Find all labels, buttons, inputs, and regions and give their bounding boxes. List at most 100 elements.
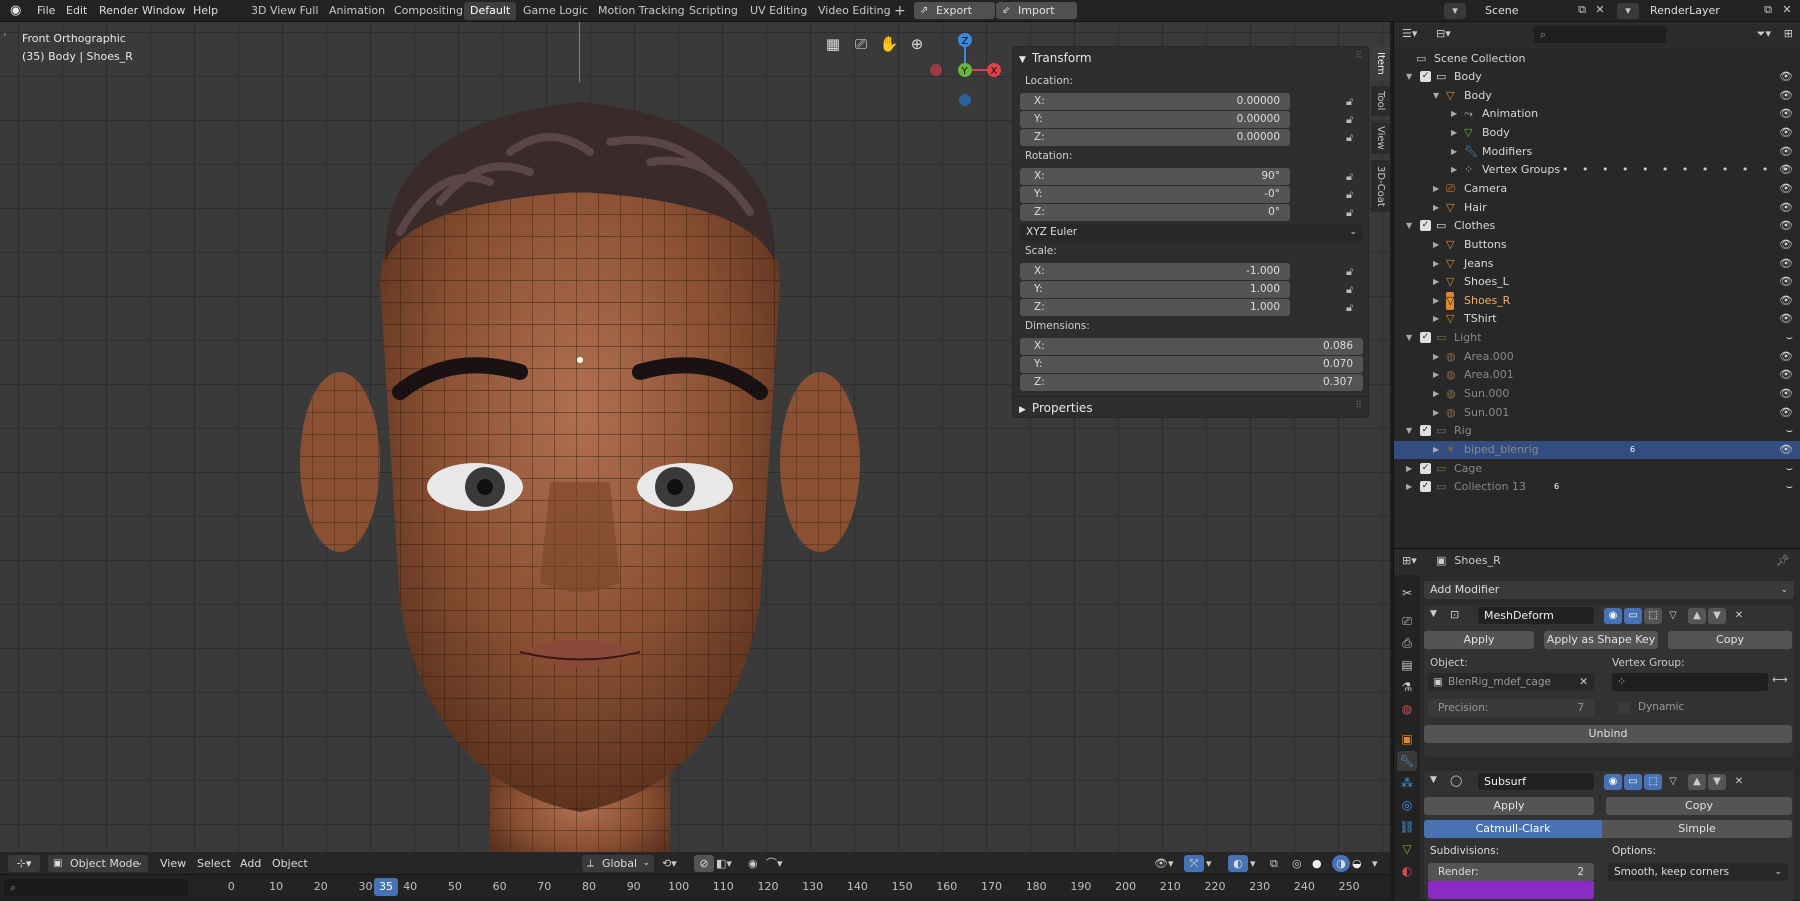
collection-checkbox[interactable]: ✓ bbox=[1420, 462, 1431, 474]
mode-dropdown[interactable]: ▣ Object Mode ⌄ bbox=[48, 855, 148, 872]
catmull-clark-option[interactable]: Catmull-Clark bbox=[1424, 820, 1602, 838]
render-layer-field[interactable]: RenderLayer bbox=[1644, 2, 1756, 19]
outliner-collection-row[interactable]: ▶ ✓ ▭ Cage ⌣ bbox=[1394, 460, 1800, 478]
expand-arrow-icon[interactable]: ▶ bbox=[1433, 441, 1439, 459]
lock-icon[interactable]: 🔓︎ bbox=[1346, 170, 1360, 184]
tab-motion-tracking[interactable]: Motion Tracking bbox=[592, 2, 691, 20]
view-layer-tab-icon[interactable]: ▤ bbox=[1397, 655, 1417, 675]
modifier-tab-icon[interactable]: 🔧︎ bbox=[1397, 751, 1417, 771]
expand-arrow-icon[interactable]: ▶ bbox=[1433, 199, 1439, 217]
collection-checkbox[interactable]: ✓ bbox=[1420, 481, 1431, 493]
eye-icon[interactable]: 👁︎ bbox=[1779, 273, 1793, 291]
tab-3d-view-full[interactable]: 3D View Full bbox=[245, 2, 324, 20]
shading-menu-icon[interactable]: ▾ bbox=[1372, 855, 1386, 872]
move-up-icon[interactable]: ▲ bbox=[1688, 774, 1706, 790]
pan-view-icon[interactable]: ✋ bbox=[877, 32, 901, 56]
expand-arrow-icon[interactable]: ▶ bbox=[1433, 180, 1439, 198]
outliner-collection-row[interactable]: ▼ ✓ ▭ Body 👁︎ bbox=[1394, 68, 1800, 86]
expand-arrow-icon[interactable]: ▶ bbox=[1406, 478, 1412, 496]
lock-icon[interactable]: 🔓︎ bbox=[1346, 206, 1360, 220]
outliner-item-row[interactable]: ▶ ⎚ Camera 👁︎ bbox=[1394, 180, 1800, 198]
display-mode-icon[interactable]: ⊟▾ bbox=[1436, 27, 1462, 43]
tab-scripting[interactable]: Scripting bbox=[683, 2, 744, 20]
eye-icon[interactable]: 👁︎ bbox=[1779, 161, 1793, 179]
scene-selector-icon[interactable]: ▾ bbox=[1444, 3, 1466, 19]
tab-tool[interactable]: Tool bbox=[1371, 86, 1390, 116]
current-frame-indicator[interactable]: 35 bbox=[374, 878, 398, 896]
collapse-arrow-icon[interactable]: ▼ bbox=[1430, 609, 1437, 619]
expand-arrow-icon[interactable]: ▶ bbox=[1433, 385, 1439, 403]
object-tab-icon[interactable]: ▣ bbox=[1397, 729, 1417, 749]
menu-help[interactable]: Help bbox=[193, 3, 218, 19]
add-workspace-button[interactable]: + bbox=[888, 2, 912, 20]
eye-icon[interactable]: 👁︎ bbox=[1779, 87, 1793, 105]
collapse-arrow-icon[interactable]: ▼ bbox=[1406, 422, 1412, 440]
material-shading-icon[interactable]: ◑ bbox=[1332, 855, 1350, 872]
tab-video-editing[interactable]: Video Editing bbox=[812, 2, 897, 20]
move-up-icon[interactable]: ▲ bbox=[1688, 608, 1706, 624]
collapse-arrow-icon[interactable]: ▼ bbox=[1433, 87, 1439, 105]
dimension-x-field[interactable]: X: 0.086 bbox=[1020, 338, 1363, 355]
object-field[interactable]: ▣ BlenRig_mdef_cage ✕ bbox=[1428, 673, 1594, 691]
uv-smooth-dropdown[interactable]: Smooth, keep corners ⌄ bbox=[1608, 863, 1788, 881]
blender-logo-icon[interactable]: ◉ bbox=[10, 3, 26, 19]
location-x-field[interactable]: X: 0.00000 bbox=[1020, 93, 1290, 110]
transform-header[interactable]: ▼ Transform bbox=[1019, 51, 1092, 65]
outliner-item-row[interactable]: ▶ 🔧︎ Modifiers 👁︎ bbox=[1394, 143, 1800, 161]
move-down-icon[interactable]: ▼ bbox=[1708, 608, 1726, 624]
add-modifier-dropdown[interactable]: Add Modifier ⌄ bbox=[1424, 581, 1794, 599]
expand-arrow-icon[interactable]: ▶ bbox=[1451, 105, 1457, 123]
menu-select[interactable]: Select bbox=[197, 855, 231, 872]
menu-render[interactable]: Render bbox=[99, 3, 138, 19]
collapse-arrow-icon[interactable]: ▼ bbox=[1430, 775, 1437, 785]
pivot-icon[interactable]: ⟲▾ bbox=[662, 855, 686, 872]
remove-modifier-icon[interactable]: ✕ bbox=[1730, 608, 1748, 624]
eye-icon[interactable]: 👁︎ bbox=[1779, 366, 1793, 384]
lock-icon[interactable]: 🔓︎ bbox=[1346, 301, 1360, 315]
gizmo-menu-icon[interactable]: ▾ bbox=[1206, 855, 1220, 872]
timeline[interactable]: ⌕ 0 10 20 30 40 50 60 70 80 90 100 110 120 130 140 150 1… bbox=[0, 874, 1390, 900]
menu-add[interactable]: Add bbox=[240, 855, 261, 872]
hidden-eye-icon[interactable]: ⌣ bbox=[1786, 460, 1793, 478]
simple-option[interactable]: Simple bbox=[1602, 820, 1792, 838]
collection-checkbox[interactable]: ✓ bbox=[1420, 220, 1431, 232]
export-button[interactable]: ⇗ Export bbox=[914, 2, 995, 19]
dynamic-checkbox[interactable] bbox=[1618, 702, 1630, 714]
close-scene-icon[interactable]: ✕ bbox=[1592, 3, 1608, 19]
expand-arrow-icon[interactable]: ▶ bbox=[1451, 124, 1457, 142]
panel-drag-icon[interactable]: ⠿ bbox=[1355, 51, 1362, 61]
outliner-item-row[interactable]: ▶ ▽ TShirt 👁︎ bbox=[1394, 310, 1800, 328]
solid-shading-icon[interactable]: ● bbox=[1312, 855, 1330, 872]
tab-uv-editing[interactable]: UV Editing bbox=[744, 2, 813, 20]
hidden-eye-icon[interactable]: ⌣ bbox=[1786, 422, 1793, 440]
expand-arrow-icon[interactable]: ▶ bbox=[1433, 292, 1439, 310]
tab-view[interactable]: View bbox=[1371, 122, 1390, 154]
scale-y-field[interactable]: Y: 1.000 bbox=[1020, 281, 1290, 298]
cage-icon[interactable]: ▽ bbox=[1664, 774, 1682, 790]
orientation-dropdown[interactable]: ⟂ Global ⌄ bbox=[582, 855, 654, 872]
collapse-arrow-icon[interactable]: ▼ bbox=[1406, 217, 1412, 235]
tab-default[interactable]: Default bbox=[464, 2, 517, 20]
apply-button[interactable]: Apply bbox=[1424, 631, 1534, 649]
proportional-edit-icon[interactable]: ◉ bbox=[748, 855, 764, 872]
new-collection-icon[interactable]: ⊞ bbox=[1784, 27, 1793, 40]
camera-render-icon[interactable]: ◉ bbox=[1604, 608, 1622, 624]
rotation-x-field[interactable]: X: 90° bbox=[1020, 168, 1290, 185]
collection-checkbox[interactable]: ✓ bbox=[1420, 332, 1431, 344]
copy-button[interactable]: Copy bbox=[1668, 631, 1792, 649]
render-tab-icon[interactable]: ⎚ bbox=[1397, 611, 1417, 631]
expand-arrow-icon[interactable]: ▶ bbox=[1433, 255, 1439, 273]
outliner-item-row[interactable]: ▶ ▽ Shoes_R 👁︎ bbox=[1394, 291, 1800, 310]
lock-icon[interactable]: 🔓︎ bbox=[1346, 188, 1360, 202]
falloff-icon[interactable]: ⌒▾ bbox=[766, 855, 790, 872]
eye-icon[interactable]: 👁︎ bbox=[1779, 310, 1793, 328]
rendered-shading-icon[interactable]: ◒ bbox=[1352, 855, 1370, 872]
physics-tab-icon[interactable]: ◎ bbox=[1397, 795, 1417, 815]
expand-arrow-icon[interactable]: ▶ bbox=[1406, 460, 1412, 478]
visibility-icon[interactable]: 👁︎▾ bbox=[1154, 855, 1180, 872]
copy-scene-icon[interactable]: ⧉ bbox=[1574, 3, 1590, 19]
tab-item[interactable]: Item bbox=[1371, 46, 1390, 80]
eye-icon[interactable]: 👁︎ bbox=[1779, 348, 1793, 366]
tab-game-logic[interactable]: Game Logic bbox=[517, 2, 594, 20]
clear-icon[interactable]: ✕ bbox=[1579, 673, 1588, 691]
